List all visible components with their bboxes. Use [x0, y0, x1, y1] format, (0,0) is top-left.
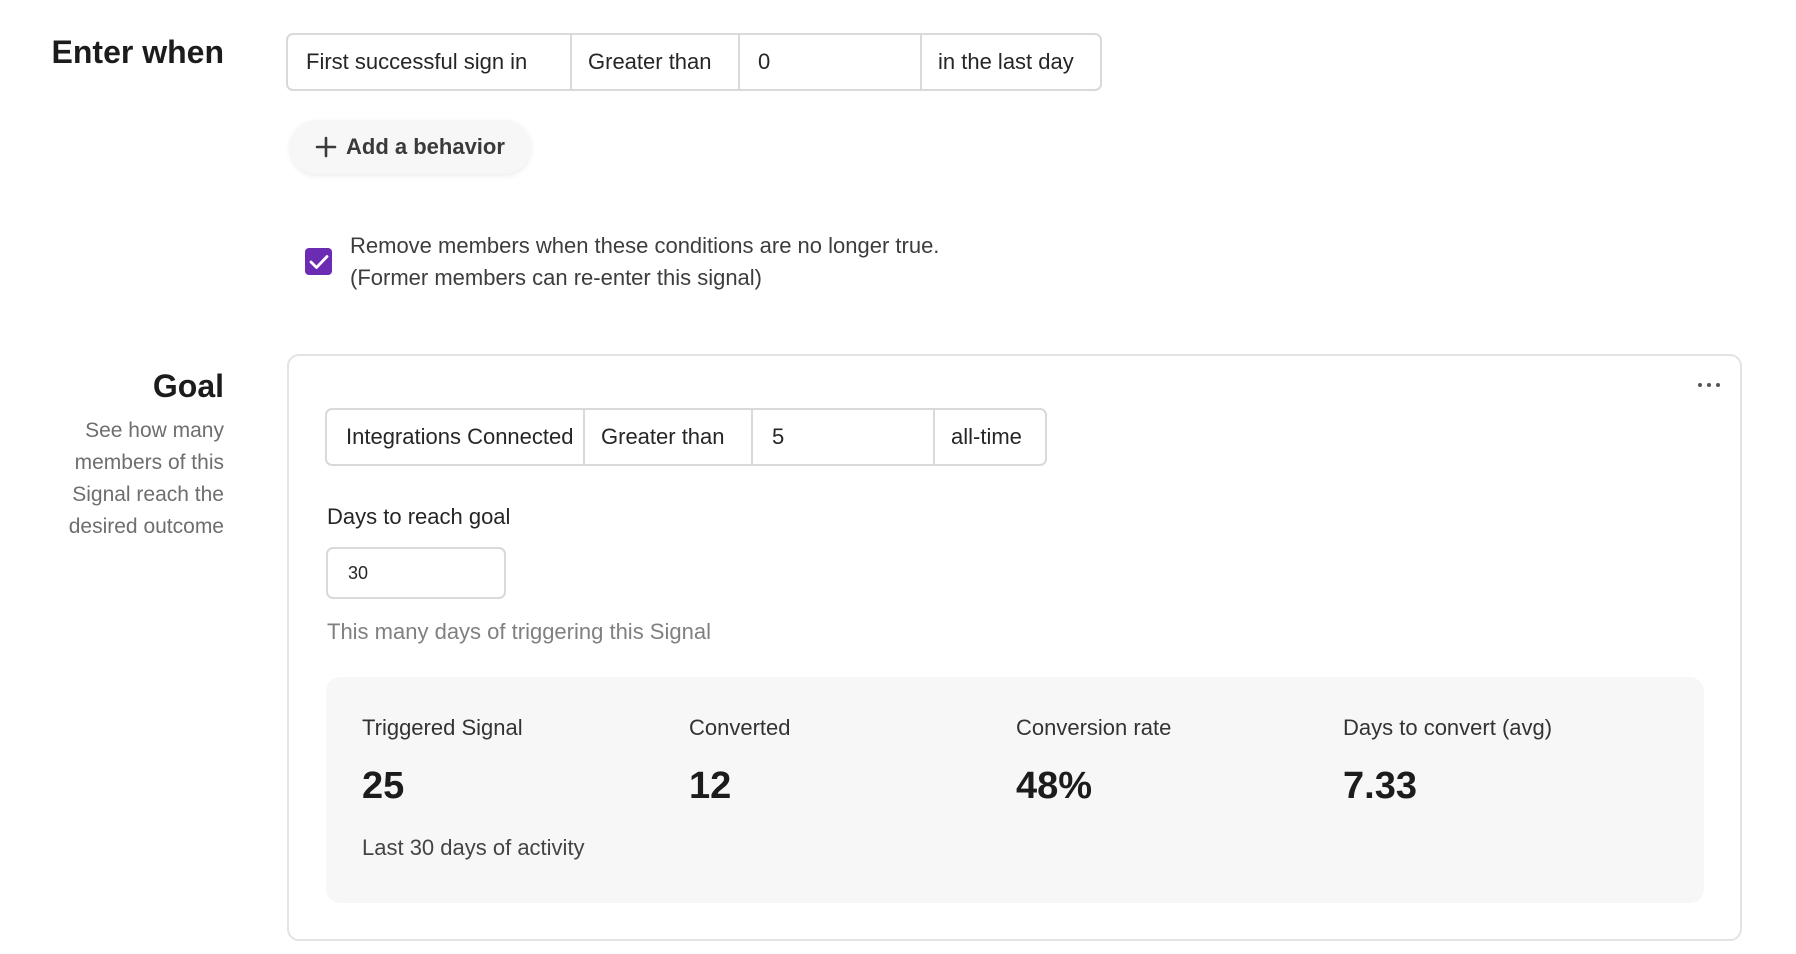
stats-panel: Triggered Signal 25 Converted 12 Convers… [326, 677, 1704, 903]
stat-value: 12 [689, 765, 732, 807]
days-to-reach-goal-input[interactable]: 30 [326, 547, 506, 599]
remove-members-line1: Remove members when these conditions are… [350, 233, 940, 258]
enter-when-title: Enter when [51, 34, 224, 70]
goal-title: Goal [152, 368, 224, 404]
remove-members-line2: (Former members can re-enter this signal… [350, 265, 763, 290]
checkmark-icon [309, 254, 328, 269]
stat-value: 7.33 [1343, 765, 1417, 807]
stat-triggered: Triggered Signal 25 [362, 715, 523, 808]
stat-label: Triggered Signal [362, 715, 523, 740]
enter-timeframe-select[interactable]: in the last day [922, 35, 1100, 89]
enter-behavior-select[interactable]: First successful sign in [288, 35, 572, 89]
stat-value: 48% [1016, 765, 1093, 807]
stat-conversion-rate: Conversion rate 48% [1016, 715, 1171, 808]
goal-operator-select[interactable]: Greater than [585, 410, 753, 464]
goal-condition-row: Integrations Connected Greater than 5 al… [325, 408, 1047, 466]
days-help-text: This many days of triggering this Signal [327, 619, 711, 644]
stat-label: Days to convert (avg) [1343, 715, 1553, 740]
remove-members-label: Remove members when these conditions are… [350, 230, 939, 294]
enter-value-input[interactable]: 0 [740, 35, 922, 89]
goal-timeframe-select[interactable]: all-time [935, 410, 1045, 464]
stat-value: 25 [362, 765, 405, 807]
enter-operator-select[interactable]: Greater than [572, 35, 740, 89]
goal-behavior-select[interactable]: Integrations Connected [327, 410, 585, 464]
add-behavior-button[interactable]: Add a behavior [290, 120, 531, 174]
goal-value-input[interactable]: 5 [753, 410, 935, 464]
stat-converted: Converted 12 [689, 715, 791, 808]
stats-footer: Last 30 days of activity [362, 835, 585, 860]
add-behavior-label: Add a behavior [346, 134, 505, 159]
plus-icon [315, 136, 337, 158]
goal-description: See how many members of this Signal reac… [68, 419, 224, 538]
days-to-reach-goal-label: Days to reach goal [327, 504, 511, 529]
goal-card: Integrations Connected Greater than 5 al… [287, 354, 1742, 941]
stat-label: Conversion rate [1016, 715, 1172, 740]
remove-members-checkbox[interactable] [305, 248, 332, 275]
stat-days-to-convert: Days to convert (avg) 7.33 [1343, 715, 1552, 808]
signal-editor: Enter when First successful sign in Grea… [0, 0, 1796, 954]
stat-label: Converted [689, 715, 791, 740]
more-horizontal-icon[interactable] [1698, 380, 1720, 390]
enter-condition-row: First successful sign in Greater than 0 … [286, 33, 1102, 91]
